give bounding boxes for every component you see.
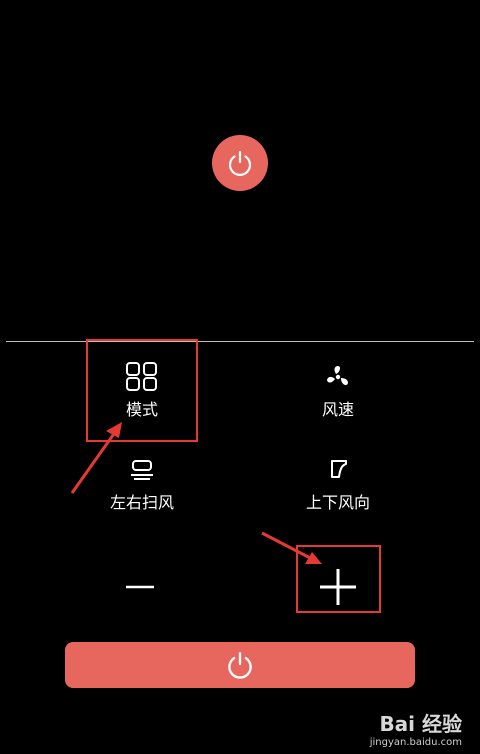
watermark: Bai 经验 jingyan.baidu.com [370, 708, 462, 748]
annotation-arrows [70, 422, 322, 564]
watermark-url: jingyan.baidu.com [369, 737, 462, 748]
watermark-logo: Bai 经验 [379, 712, 462, 736]
annotation-arrow-mode [70, 427, 120, 494]
annotation-arrow-plus [261, 531, 317, 563]
